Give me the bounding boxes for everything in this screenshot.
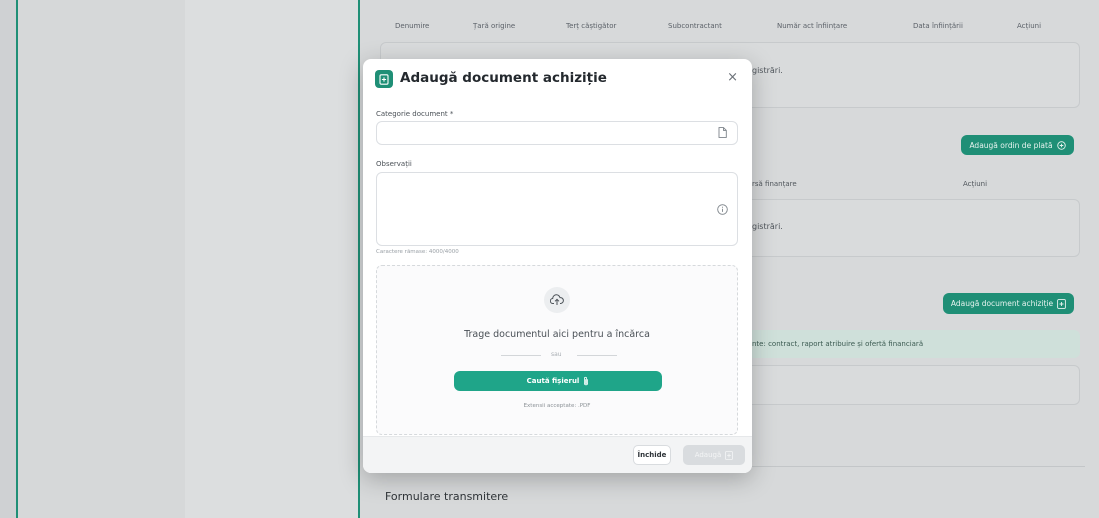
browse-file-label: Caută fișierul xyxy=(526,377,580,385)
add-payment-order-label: Adaugă ordin de plată xyxy=(969,140,1053,150)
add-payment-order-button[interactable]: Adaugă ordin de plată xyxy=(961,135,1074,155)
drop-instruction: Trage documentul aici pentru a încărca xyxy=(464,329,650,340)
browse-file-button[interactable]: Caută fișierul xyxy=(454,371,662,391)
info-icon xyxy=(717,204,728,215)
table-header-cell: Terț căștigător xyxy=(566,22,617,30)
document-plus-icon xyxy=(725,450,734,460)
add-button-label: Adaugă xyxy=(694,451,722,459)
sidebar-panel xyxy=(185,0,358,518)
or-divider: sau xyxy=(501,350,617,360)
char-count-hint: Caractere rămase: 4000/4000 xyxy=(376,249,459,255)
table-header-cell: Acțiuni xyxy=(963,180,988,188)
category-label: Categorie document * xyxy=(376,110,454,118)
close-icon[interactable]: × xyxy=(727,70,738,85)
app-rail xyxy=(0,0,16,518)
close-button[interactable]: Închide xyxy=(633,445,671,465)
accepted-extensions: Extensii acceptate: .PDF xyxy=(523,403,591,409)
document-add-icon xyxy=(375,70,393,88)
or-line xyxy=(501,355,541,356)
table-header-cell: Acțiuni xyxy=(1017,22,1042,30)
table-header-cell: Țară origine xyxy=(473,22,516,30)
document-plus-icon xyxy=(1057,298,1066,309)
table-header-cell: Denumire xyxy=(395,22,430,30)
table-header-cell: rsă finanțare xyxy=(752,180,797,188)
upload-cloud-icon xyxy=(544,287,570,313)
info-banner-text: nte: contract, raport atribuire și ofert… xyxy=(752,340,924,348)
add-button[interactable]: Adaugă xyxy=(683,445,745,465)
empty-table-text: gistrări. xyxy=(752,66,783,75)
add-document-modal: Adaugă document achiziție × Categorie do… xyxy=(363,59,752,473)
document-icon xyxy=(718,127,727,138)
or-text: sau xyxy=(551,351,562,358)
observations-label: Observații xyxy=(376,160,412,168)
modal-footer: Închide Adaugă xyxy=(363,436,752,473)
modal-title: Adaugă document achiziție xyxy=(400,70,607,86)
add-procurement-document-label: Adaugă document achiziție xyxy=(950,299,1054,308)
category-select[interactable] xyxy=(376,121,738,145)
observations-textarea[interactable] xyxy=(376,172,738,246)
empty-payment-text: gistrări. xyxy=(752,222,783,231)
section-title: Formulare transmitere xyxy=(385,490,509,503)
paperclip-icon xyxy=(584,376,589,386)
file-dropzone[interactable]: Trage documentul aici pentru a încărca s… xyxy=(376,265,738,435)
table-header-cell: Număr act înființare xyxy=(777,22,848,30)
add-procurement-document-button[interactable]: Adaugă document achiziție xyxy=(943,293,1074,314)
table-header-cell: Data înființării xyxy=(913,22,963,30)
table-header-cell: Subcontractant xyxy=(668,22,722,30)
or-line xyxy=(577,355,617,356)
plus-circle-icon xyxy=(1056,140,1066,150)
